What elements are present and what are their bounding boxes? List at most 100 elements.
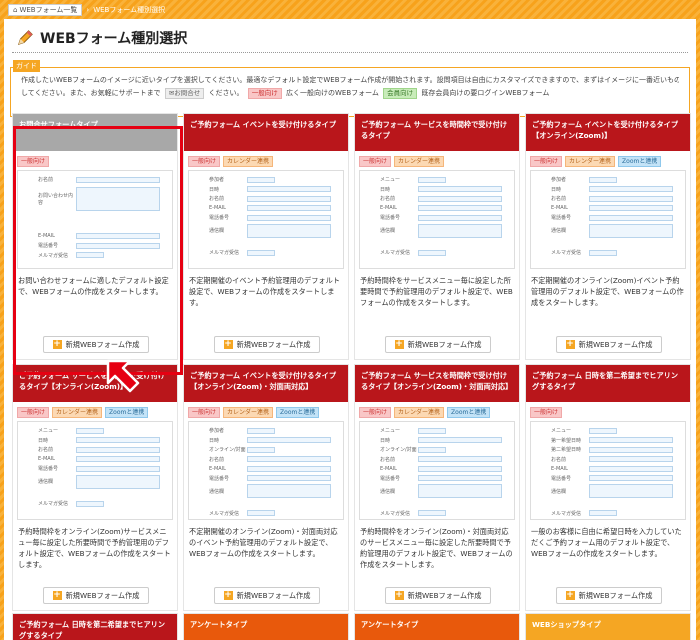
form-preview-thumbnail: メニュー 日時 お名前 E-MAIL 電話番号 通信欄 メルマガ受信 — [17, 421, 173, 520]
preview-field-box — [247, 205, 331, 212]
card-description: お問い合わせフォームに適したデフォルト設定で、WEBフォームの作成をスタートしま… — [18, 276, 169, 296]
preview-field-box — [589, 475, 673, 482]
preview-field: メルマガ受信 — [24, 251, 166, 261]
preview-field: E-MAIL — [24, 232, 166, 242]
create-form-button[interactable]: + 新規WEBフォーム作成 — [43, 587, 149, 604]
preview-field-box — [589, 465, 673, 472]
preview-field-label: 電話番号 — [380, 475, 401, 482]
form-type-card[interactable]: ご予約フォーム サービスを時間枠で受け付けるタイプ【オンライン(Zoom)】 一般… — [12, 364, 178, 611]
support-link[interactable]: ✉お問合せ — [164, 88, 205, 99]
card-description: 一般のお客様に自由に希望日時を入力していただくご予約フォーム用のデフォルト設定で… — [531, 527, 682, 558]
create-form-button[interactable]: + 新規WEBフォーム作成 — [556, 587, 662, 604]
preview-field-label: 通信欄 — [38, 479, 54, 485]
preview-field-label: 通信欄 — [209, 488, 225, 495]
preview-field-label: 電話番号 — [209, 215, 230, 222]
plus-icon: + — [223, 339, 233, 349]
preview-field-box — [76, 242, 160, 249]
preview-field-label: E-MAIL — [209, 205, 226, 212]
preview-field-label: お名前 — [38, 447, 54, 454]
form-type-card[interactable]: ご予約フォーム 日時を第二希望までヒアリングするタイプ — [12, 613, 178, 640]
tag-general: 一般向け — [188, 156, 221, 167]
preview-field-box — [589, 205, 673, 212]
preview-field-box — [76, 252, 104, 259]
preview-field: メニュー — [366, 426, 508, 436]
preview-field: メルマガ受信 — [537, 248, 679, 258]
form-type-card[interactable]: アンケートタイプ — [183, 613, 349, 640]
card-title: ご予約フォーム イベントを受け付けるタイプ【オンライン(Zoom)・対面両対応】 — [184, 365, 348, 402]
create-form-button[interactable]: + 新規WEBフォーム作成 — [385, 336, 491, 353]
preview-field-box — [589, 437, 673, 444]
preview-field: E-MAIL — [366, 464, 508, 474]
preview-field-box — [589, 484, 673, 498]
preview-field-label: E-MAIL — [38, 233, 55, 240]
preview-field: お名前 — [195, 455, 337, 465]
tag-zoom: Zoomと連携 — [276, 407, 320, 418]
preview-field-box — [589, 223, 673, 238]
create-form-button-label: 新規WEBフォーム作成 — [65, 590, 140, 600]
create-form-button[interactable]: + 新規WEBフォーム作成 — [556, 336, 662, 353]
preview-field-label: メルマガ受信 — [38, 252, 69, 259]
form-preview-thumbnail: メニュー 日時 お名前 E-MAIL 電話番号 通信欄 メルマガ受信 — [359, 170, 515, 269]
preview-field-label: E-MAIL — [551, 465, 568, 472]
form-preview-thumbnail: 参加者 日時 お名前 E-MAIL 電話番号 通信欄 メルマガ受信 — [188, 170, 344, 269]
preview-field-box — [247, 195, 331, 202]
guide-text-2c: 広く一般向けのWEBフォーム — [285, 89, 379, 97]
preview-field-box — [418, 214, 502, 221]
legend-chip-general: 一般向け — [247, 88, 282, 99]
card-title: WEBショップタイプ — [526, 614, 690, 640]
create-form-button[interactable]: + 新規WEBフォーム作成 — [214, 336, 320, 353]
preview-field-box — [418, 223, 502, 238]
form-preview-thumbnail: 参加者 日時 お名前 E-MAIL 電話番号 通信欄 メルマガ受信 — [530, 170, 686, 269]
preview-field: メニュー — [366, 175, 508, 185]
form-type-card[interactable]: アンケートタイプ — [354, 613, 520, 640]
preview-field — [24, 490, 166, 500]
preview-field-box — [76, 465, 160, 472]
form-type-card[interactable]: ご予約フォーム サービスを時間枠で受け付けるタイプ【オンライン(Zoom)・対面… — [354, 364, 520, 611]
form-type-card[interactable]: ご予約フォーム 日時を第二希望までヒアリングするタイプ 一般向け メニュー 第一希望日… — [525, 364, 691, 611]
create-form-button[interactable]: + 新規WEBフォーム作成 — [214, 587, 320, 604]
breadcrumb: ⌂ WEBフォーム一覧 › WEBフォーム種別選択 — [8, 3, 165, 17]
tag-zoom: Zoomと連携 — [447, 407, 491, 418]
tag-calendar: カレンダー連携 — [394, 407, 445, 418]
preview-field — [24, 213, 166, 223]
create-form-button[interactable]: + 新規WEBフォーム作成 — [43, 336, 149, 353]
preview-field-label: メルマガ受信 — [209, 250, 240, 257]
preview-field-label: 日時 — [209, 437, 220, 444]
breadcrumb-home-link[interactable]: ⌂ WEBフォーム一覧 — [8, 4, 83, 16]
card-tags: 一般向け カレンダー連携 — [184, 151, 348, 167]
preview-field-box — [76, 427, 104, 434]
form-type-card[interactable]: お問合せフォームタイプ 一般向け お名前 お問い合わせ内容 E-MAIL 電話番号 メルマガ… — [12, 113, 178, 360]
tag-general: 一般向け — [530, 407, 563, 418]
preview-field-label: お名前 — [209, 196, 225, 203]
form-type-card[interactable]: ご予約フォーム イベントを受け付けるタイプ【オンライン(Zoom)】 一般向け カレ… — [525, 113, 691, 360]
preview-field: お名前 — [195, 194, 337, 204]
support-link-label: お問合せ — [174, 89, 201, 97]
preview-field-label: お名前 — [380, 456, 396, 463]
preview-field-box — [589, 249, 617, 256]
form-type-card[interactable]: WEBショップタイプ — [525, 613, 691, 640]
form-preview-thumbnail: お名前 お問い合わせ内容 E-MAIL 電話番号 メルマガ受信 — [17, 170, 173, 269]
main-panel: WEBフォーム種別選択 作成したいWEBフォームのイメージに近いタイプを選択して… — [4, 19, 696, 640]
form-preview-thumbnail: 参加者 日時 オンライン/対面 お名前 E-MAIL 電話番号 通信欄 メルマガ受信 — [188, 421, 344, 520]
preview-field-label: メルマガ受信 — [551, 250, 582, 257]
preview-field-label: 電話番号 — [38, 466, 59, 473]
create-form-button[interactable]: + 新規WEBフォーム作成 — [385, 587, 491, 604]
preview-field: 日時 — [24, 436, 166, 446]
form-type-card[interactable]: ご予約フォーム イベントを受け付けるタイプ 一般向け カレンダー連携 参加者 日時 お名前… — [183, 113, 349, 360]
card-tags: 一般向け — [13, 151, 177, 167]
preview-field: 通信欄 — [195, 483, 337, 499]
preview-field: E-MAIL — [537, 204, 679, 214]
preview-field: 電話番号 — [537, 474, 679, 484]
preview-field-label: お名前 — [380, 196, 396, 203]
preview-field — [537, 499, 679, 509]
tag-calendar: カレンダー連携 — [394, 156, 445, 167]
home-icon: ⌂ — [13, 5, 18, 14]
preview-field: 電話番号 — [24, 241, 166, 251]
form-type-card[interactable]: ご予約フォーム イベントを受け付けるタイプ【オンライン(Zoom)・対面両対応】… — [183, 364, 349, 611]
tag-general: 一般向け — [17, 156, 50, 167]
tag-zoom: Zoomと連携 — [105, 407, 149, 418]
tag-calendar: カレンダー連携 — [223, 156, 274, 167]
preview-field: E-MAIL — [195, 464, 337, 474]
tag-general: 一般向け — [359, 407, 392, 418]
form-type-card[interactable]: ご予約フォーム サービスを時間枠で受け付けるタイプ 一般向け カレンダー連携 メニュー… — [354, 113, 520, 360]
